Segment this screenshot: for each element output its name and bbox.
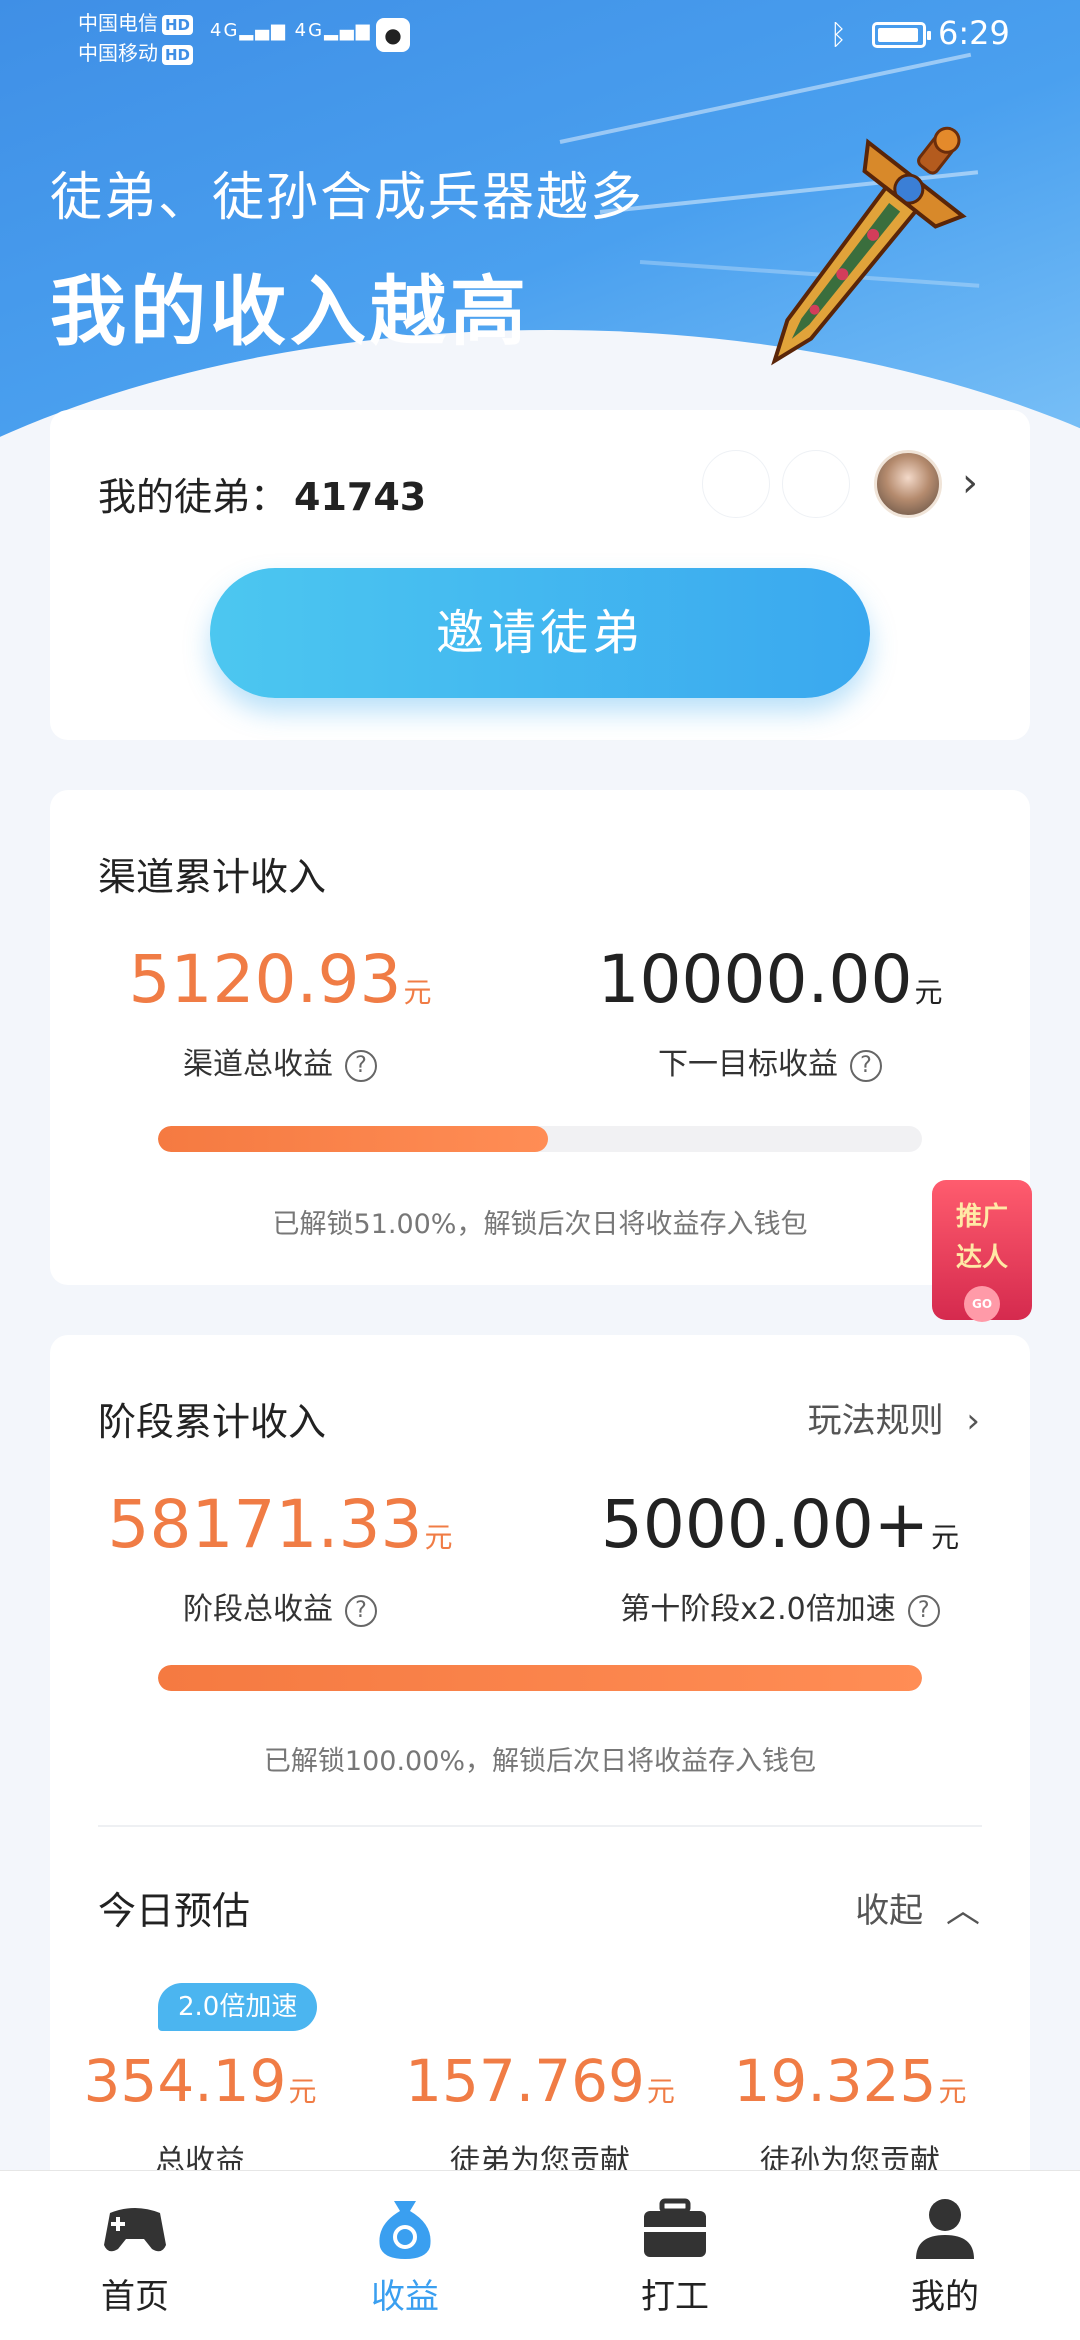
tab-earnings[interactable]: 收益: [315, 2195, 495, 2318]
today-stat: 19.325元 徒孙为您贡献: [700, 2045, 1000, 2180]
tab-label: 收益: [371, 2277, 439, 2317]
channel-income-card: 渠道累计收入 5120.93元 渠道总收益? 10000.00元 下一目标收益?…: [50, 790, 1030, 1285]
channel-total-label: 渠道总收益: [183, 1047, 333, 1082]
carrier-info: 中国电信 HD 中国移动 HD: [78, 8, 194, 68]
promo-badge[interactable]: 推广 达人 GO: [932, 1180, 1032, 1322]
unit-label: 元: [288, 2075, 317, 2108]
tab-label: 首页: [101, 2277, 169, 2317]
sword-icon: [771, 126, 967, 366]
chevron-right-icon[interactable]: ›: [962, 460, 978, 506]
promo-line1: 推广: [955, 1202, 1008, 1232]
today-stat: 157.769元 徒弟为您贡献: [380, 2045, 700, 2180]
help-icon[interactable]: ?: [850, 1049, 882, 1082]
carrier-1: 中国电信: [78, 11, 158, 35]
boost-badge: 2.0倍加速: [158, 1983, 318, 2031]
stage-target-stat: 5000.00+元 第十阶段x2.0倍加速?: [570, 1485, 990, 1628]
tab-label: 我的: [911, 2277, 979, 2317]
help-icon[interactable]: ?: [345, 1594, 377, 1627]
carrier-2: 中国移动: [78, 41, 158, 65]
promo-go-icon: GO: [964, 1286, 1000, 1322]
hd-badge: HD: [162, 15, 194, 35]
grand-disciple-contribution-value: 19.325: [733, 2047, 937, 2115]
progress-fill: [158, 1126, 548, 1152]
help-icon[interactable]: ?: [345, 1049, 377, 1082]
promo-line2: 达人: [955, 1243, 1008, 1273]
disciples-row[interactable]: 我的徒弟： 41743: [98, 466, 426, 521]
disciple-contribution-value: 157.769: [405, 2047, 645, 2115]
unit-label: 元: [646, 2075, 675, 2108]
stage-income-card: 阶段累计收入 玩法规则 › 58171.33元 阶段总收益? 5000.00+元…: [50, 1335, 1030, 2235]
unit-label: 元: [914, 976, 943, 1009]
stage-total-stat: 58171.33元 阶段总收益?: [90, 1485, 470, 1628]
unit-label: 元: [424, 1521, 453, 1554]
disciples-count: 41743: [294, 475, 427, 519]
collapse-toggle[interactable]: 收起 ︿: [855, 1883, 980, 1932]
gamepad-icon: [100, 2195, 170, 2261]
section-title: 渠道累计收入: [98, 855, 327, 899]
today-stat: 354.19元 总收益: [70, 2045, 330, 2180]
disciples-label: 我的徒弟：: [98, 475, 289, 519]
status-bar: 中国电信 HD 中国移动 HD 4G▂▄▆ 4G▂▄▆ ≋ ● ᛒ 6:29: [0, 0, 1080, 76]
bottom-tab-bar: 首页 收益 打工 我的: [0, 2170, 1080, 2340]
unit-label: 元: [938, 2075, 967, 2108]
stage-target-label: 第十阶段x2.0倍加速: [620, 1592, 896, 1627]
channel-total-stat: 5120.93元 渠道总收益?: [110, 940, 450, 1083]
chevron-up-icon: ︿: [946, 1891, 980, 1931]
person-icon: [910, 2195, 980, 2261]
chevron-right-icon: ›: [966, 1401, 980, 1441]
clock: 6:29: [938, 14, 1010, 52]
channel-progress-bar: [158, 1126, 922, 1152]
tab-home[interactable]: 首页: [45, 2195, 225, 2318]
disciples-card: 我的徒弟： 41743 › 邀请徒弟: [50, 410, 1030, 740]
channel-target-value: 10000.00: [597, 941, 913, 1018]
rules-link-label: 玩法规则: [807, 1401, 944, 1441]
rules-link[interactable]: 玩法规则 ›: [808, 1393, 980, 1442]
collapse-label: 收起: [855, 1891, 924, 1931]
signal-icon: 4G▂▄▆ 4G▂▄▆ ≋: [210, 20, 397, 41]
bluetooth-icon: ᛒ: [830, 18, 847, 51]
today-total-value: 354.19: [83, 2047, 287, 2115]
stage-total-value: 58171.33: [107, 1486, 423, 1563]
avatar: [782, 450, 850, 518]
channel-target-stat: 10000.00元 下一目标收益?: [570, 940, 970, 1083]
today-title: 今日预估: [98, 1889, 251, 1933]
money-bag-icon: [370, 2195, 440, 2261]
toolbox-icon: [640, 2195, 710, 2261]
stage-target-value: 5000.00+: [600, 1486, 930, 1563]
channel-total-value: 5120.93: [128, 941, 402, 1018]
unit-label: 元: [403, 976, 432, 1009]
hd-badge: HD: [162, 45, 194, 65]
stage-unlock-note: 已解锁100.00%，解锁后次日将收益存入钱包: [263, 1746, 817, 1777]
channel-unlock-note: 已解锁51.00%，解锁后次日将收益存入钱包: [272, 1209, 808, 1240]
hero-title: 我的收入越高: [50, 267, 530, 356]
stage-progress-bar: [158, 1665, 922, 1691]
divider: [98, 1825, 982, 1827]
hero-subtitle: 徒弟、徒孙合成兵器越多: [50, 168, 645, 228]
help-icon[interactable]: ?: [907, 1594, 940, 1627]
progress-fill: [158, 1665, 922, 1691]
section-title: 阶段累计收入: [98, 1400, 327, 1444]
unit-label: 元: [931, 1521, 960, 1554]
tab-work[interactable]: 打工: [585, 2195, 765, 2318]
qq-notification-icon: ●: [376, 18, 410, 52]
stage-total-label: 阶段总收益: [183, 1592, 333, 1627]
avatar: [702, 450, 770, 518]
tab-mine[interactable]: 我的: [855, 2195, 1035, 2318]
avatar: [874, 450, 942, 518]
invite-disciple-button[interactable]: 邀请徒弟: [210, 568, 870, 698]
tab-label: 打工: [641, 2277, 709, 2317]
channel-target-label: 下一目标收益: [658, 1047, 838, 1082]
battery-icon: [872, 22, 931, 48]
